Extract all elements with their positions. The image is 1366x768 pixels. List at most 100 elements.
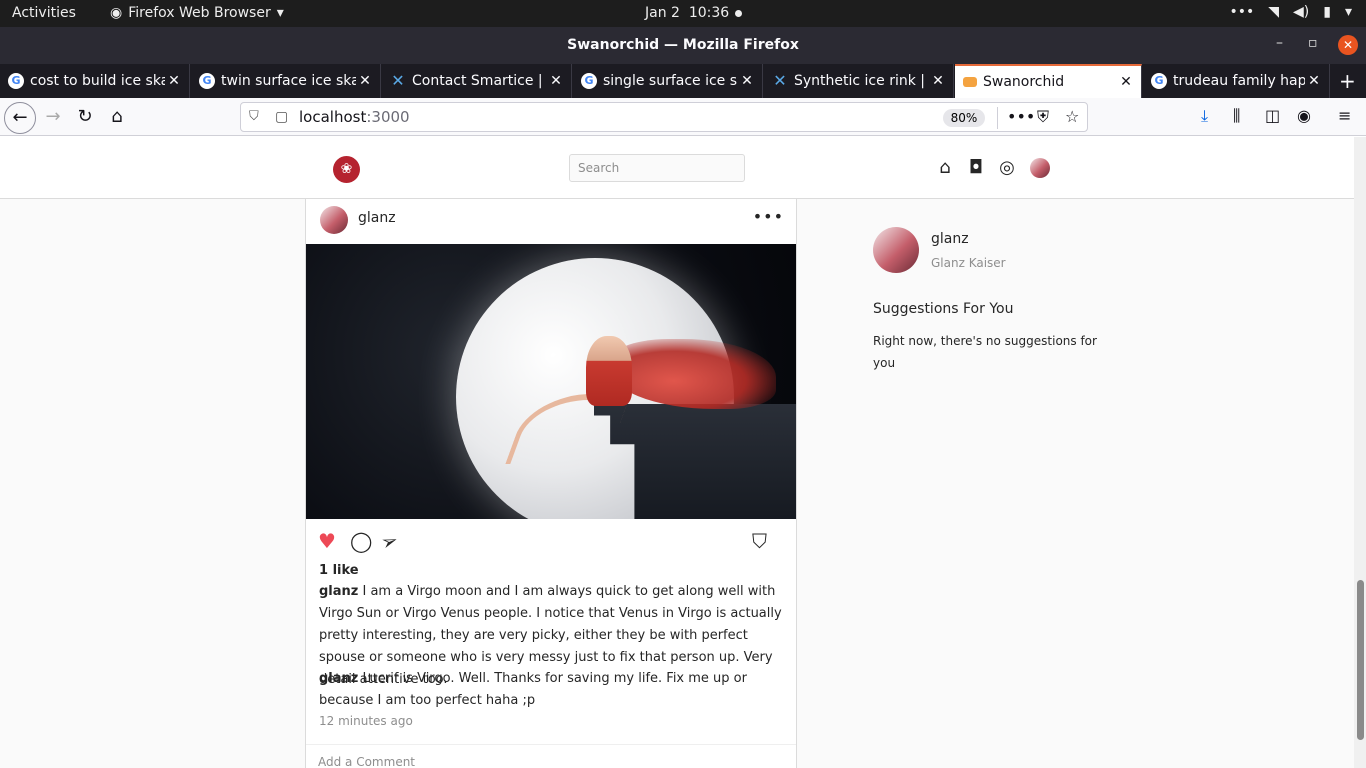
page-viewport: ❀ ⌂ ◘ ◎ glanz ••• ♥ ◯ ➢ ⛉ 1 like glanz I… — [0, 137, 1366, 768]
google-icon: G — [581, 73, 597, 89]
minimize-icon[interactable]: – — [1276, 35, 1283, 51]
reload-icon[interactable]: ↻ — [72, 104, 98, 130]
overflow-icon[interactable]: ••• — [1229, 4, 1254, 20]
likes-count[interactable]: 1 like — [319, 563, 359, 578]
post-author-username[interactable]: glanz — [358, 210, 396, 226]
google-icon: G — [8, 73, 24, 89]
like-heart-icon[interactable]: ♥ — [318, 529, 336, 553]
comment-username[interactable]: glanz — [319, 584, 358, 599]
navigation-toolbar: ← → ↻ ⌂ ⛉ ▢ localhost:3000 80% ••• ⛨ ☆ ⤓… — [0, 98, 1366, 136]
suggestions-heading: Suggestions For You — [873, 301, 1014, 317]
tab[interactable]: G twin surface ice ska ✕ — [191, 64, 381, 98]
zoom-badge[interactable]: 80% — [943, 109, 985, 127]
tab-close-icon[interactable]: ✕ — [1117, 74, 1135, 90]
tab[interactable]: G cost to build ice ska ✕ — [0, 64, 190, 98]
search-input[interactable] — [569, 154, 745, 182]
url-host: localhost — [299, 108, 367, 126]
tab-label: single surface ice sk — [603, 73, 738, 89]
tab-active[interactable]: Swanorchid ✕ — [955, 64, 1142, 98]
tab-close-icon[interactable]: ✕ — [929, 73, 947, 89]
tab-close-icon[interactable]: ✕ — [547, 73, 565, 89]
tab-label: Contact Smartice | A — [412, 73, 547, 89]
messages-icon[interactable]: ◘ — [964, 156, 988, 180]
x-icon: ✕ — [773, 71, 787, 90]
site-header: ❀ ⌂ ◘ ◎ — [0, 137, 1354, 199]
volume-icon[interactable]: ◀) — [1293, 4, 1309, 20]
hamburger-menu-icon[interactable]: ≡ — [1338, 106, 1351, 125]
tab-strip: G cost to build ice ska ✕ G twin surface… — [0, 64, 1366, 98]
google-icon: G — [1151, 73, 1167, 89]
comment-icon[interactable]: ◯ — [350, 529, 372, 553]
home-icon[interactable]: ⌂ — [104, 104, 130, 130]
system-tray[interactable]: ••• ◥ ◀) ▮ ▾ — [1229, 4, 1352, 20]
chevron-down-icon: ▾ — [276, 5, 284, 21]
comment: glanz Lucrif is Virgo. Well. Thanks for … — [319, 668, 785, 712]
battery-icon[interactable]: ▮ — [1323, 4, 1331, 20]
more-options-icon[interactable]: ••• — [753, 207, 784, 226]
tab[interactable]: G single surface ice sk ✕ — [573, 64, 763, 98]
bookmark-star-icon[interactable]: ☆ — [1065, 107, 1079, 126]
tab-close-icon[interactable]: ✕ — [165, 73, 183, 89]
tab-label: trudeau family happ — [1173, 73, 1305, 89]
swanorchid-icon — [963, 77, 977, 87]
comment-text: Lucrif is Virgo. Well. Thanks for saving… — [319, 671, 747, 708]
home-nav-icon[interactable]: ⌂ — [933, 156, 957, 180]
add-comment-input[interactable] — [318, 755, 778, 768]
tab[interactable]: ✕ Contact Smartice | A ✕ — [382, 64, 572, 98]
forward-icon[interactable]: → — [40, 104, 66, 130]
window-titlebar: Swanorchid — Mozilla Firefox – ▫ ✕ — [0, 27, 1366, 64]
scrollbar-thumb[interactable] — [1357, 580, 1364, 740]
app-menu[interactable]: ◉ Firefox Web Browser ▾ — [110, 5, 284, 21]
tab-close-icon[interactable]: ✕ — [738, 73, 756, 89]
profile-avatar[interactable] — [1030, 158, 1050, 178]
tab-close-icon[interactable]: ✕ — [1305, 73, 1323, 89]
figure-shape — [586, 336, 632, 406]
maximize-icon[interactable]: ▫ — [1308, 35, 1318, 51]
library-icon[interactable]: ⫼ — [1233, 106, 1240, 126]
scrollbar[interactable] — [1354, 137, 1366, 768]
page-actions-icon[interactable]: ••• — [1007, 107, 1035, 126]
x-icon: ✕ — [391, 71, 405, 90]
share-icon[interactable]: ➢ — [377, 527, 401, 555]
tab-label: twin surface ice ska — [221, 73, 356, 89]
tab-label: Synthetic ice rink | X — [794, 73, 929, 89]
post-image[interactable] — [306, 244, 796, 519]
page-info-icon[interactable]: ▢ — [275, 109, 288, 125]
current-user-avatar[interactable] — [873, 227, 919, 273]
pocket-icon[interactable]: ⛨ — [1037, 107, 1049, 127]
firefox-icon: ◉ — [110, 5, 123, 21]
url-bar[interactable]: ⛉ ▢ localhost:3000 80% ••• ⛨ ☆ — [240, 102, 1088, 132]
comment-username[interactable]: glanz — [319, 671, 358, 686]
post-author-avatar[interactable] — [320, 206, 348, 234]
post-header: glanz ••• — [306, 199, 796, 243]
notification-dot — [735, 10, 742, 17]
clock-date: Jan 2 — [645, 5, 680, 21]
save-bookmark-icon[interactable]: ⛉ — [752, 529, 767, 553]
post-actions: ♥ ◯ ➢ ⛉ — [306, 519, 796, 563]
tab-label: Swanorchid — [983, 74, 1065, 90]
tab-close-icon[interactable]: ✕ — [356, 73, 374, 89]
downloads-icon[interactable]: ⤓ — [1201, 106, 1208, 126]
shield-icon[interactable]: ⛉ — [249, 109, 259, 124]
account-icon[interactable]: ◉ — [1297, 106, 1311, 125]
add-comment-area — [306, 744, 796, 768]
new-tab-icon[interactable]: + — [1339, 69, 1356, 93]
back-icon[interactable]: ← — [4, 102, 36, 134]
tab-label: cost to build ice ska — [30, 73, 165, 89]
sidebar-toggle-icon[interactable]: ◫ — [1265, 106, 1280, 125]
clock-time: 10:36 — [688, 5, 730, 21]
close-window-icon[interactable]: ✕ — [1338, 35, 1358, 55]
explore-compass-icon[interactable]: ◎ — [995, 156, 1019, 180]
activities-button[interactable]: Activities — [12, 5, 76, 21]
post-timestamp: 12 minutes ago — [319, 714, 413, 728]
google-icon: G — [199, 73, 215, 89]
current-user-username[interactable]: glanz — [931, 231, 969, 247]
power-menu-chevron-icon[interactable]: ▾ — [1345, 4, 1352, 20]
clock[interactable]: Jan 2 10:36 — [645, 5, 729, 21]
swanorchid-logo-icon[interactable]: ❀ — [333, 156, 360, 183]
url-text[interactable]: localhost:3000 — [299, 108, 410, 126]
wifi-icon[interactable]: ◥ — [1268, 4, 1279, 20]
tab[interactable]: G trudeau family happ ✕ — [1143, 64, 1330, 98]
tab[interactable]: ✕ Synthetic ice rink | X ✕ — [764, 64, 954, 98]
app-menu-label: Firefox Web Browser — [128, 5, 271, 21]
